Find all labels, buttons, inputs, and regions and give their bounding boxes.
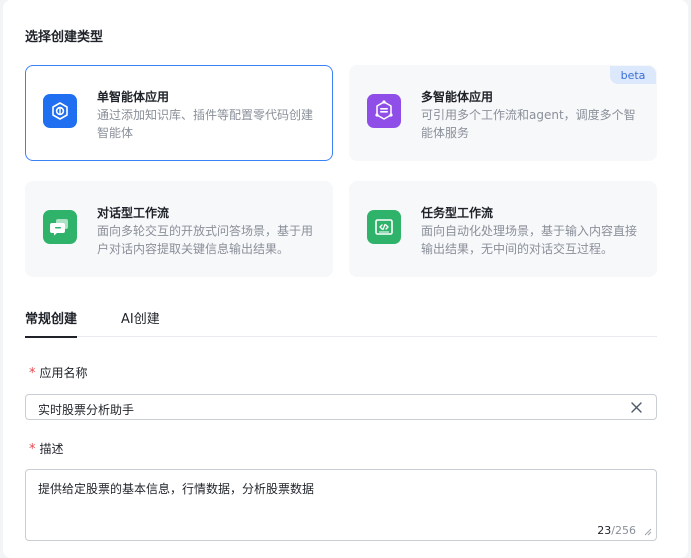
multi-agent-icon (367, 94, 401, 128)
description-label-text: 描述 (39, 442, 64, 456)
char-count-max: /256 (611, 524, 636, 537)
char-count-current: 23 (597, 524, 612, 537)
app-name-value: 实时股票分析助手 (38, 403, 135, 417)
required-mark: * (29, 366, 36, 381)
description-textarea[interactable]: 提供给定股票的基本信息，行情数据，分析股票数据 23/256 (25, 469, 657, 541)
app-name-input[interactable]: 实时股票分析助手 (25, 394, 657, 420)
tab-regular-create[interactable]: 常规创建 (25, 308, 78, 338)
card-title: 对话型工作流 (97, 206, 170, 220)
single-agent-icon (43, 94, 77, 128)
card-description: 可引用多个工作流和agent，调度多个智能体服务 (421, 108, 636, 140)
card-title: 单智能体应用 (97, 90, 170, 104)
card-task-workflow[interactable]: 任务型工作流 面向自动化处理场景，基于输入内容直接输出结果，无中间的对话交互过程… (349, 181, 657, 277)
tab-ai-create[interactable]: AI创建 (121, 308, 160, 336)
description-label: * 描述 (29, 440, 64, 457)
card-description: 通过添加知识库、插件等配置零代码创建智能体 (97, 108, 314, 140)
app-name-label-text: 应用名称 (39, 366, 88, 380)
app-name-label: * 应用名称 (29, 364, 88, 381)
card-single-agent[interactable]: 单智能体应用 通过添加知识库、插件等配置零代码创建智能体 (25, 65, 333, 161)
resize-handle-icon[interactable] (644, 528, 652, 536)
card-description: 面向多轮交互的开放式问答场景，基于用户对话内容提取关键信息输出结果。 (97, 224, 314, 256)
create-app-panel: 选择创建类型 单智能体应用 通过添加知识库、插件等配置零代码创建智能体 beta (3, 0, 688, 558)
beta-badge: beta (610, 66, 656, 84)
card-chat-workflow[interactable]: 对话型工作流 面向多轮交互的开放式问答场景，基于用户对话内容提取关键信息输出结果… (25, 181, 333, 277)
clear-icon[interactable] (630, 401, 643, 414)
chat-workflow-icon (43, 210, 77, 244)
card-title: 任务型工作流 (421, 206, 494, 220)
card-multi-agent[interactable]: beta 多智能体应用 可引用多个工作流和agent，调度多个智能体服务 (349, 65, 657, 161)
card-description: 面向自动化处理场景，基于输入内容直接输出结果，无中间的对话交互过程。 (421, 224, 638, 256)
card-title: 多智能体应用 (421, 90, 494, 104)
section-title: 选择创建类型 (25, 30, 104, 45)
char-counter: 23/256 (597, 524, 636, 537)
task-workflow-icon (367, 210, 401, 244)
create-mode-tabs: 常规创建 AI创建 (25, 300, 657, 338)
required-mark: * (29, 442, 36, 457)
description-value: 提供给定股票的基本信息，行情数据，分析股票数据 (38, 482, 315, 496)
